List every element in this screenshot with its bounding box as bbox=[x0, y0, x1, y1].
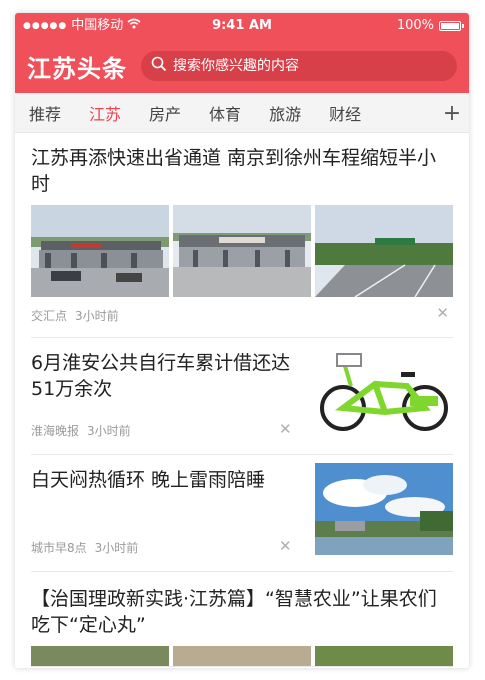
app-header: 江苏头条 bbox=[15, 39, 469, 93]
news-source: 淮海晚报 bbox=[31, 424, 80, 438]
news-feed: 江苏再添快速出省通道 南京到徐州车程缩短半小时 交汇点 3小时前 ✕ 6月淮安公… bbox=[15, 133, 469, 667]
tab-jiangsu[interactable]: 江苏 bbox=[75, 101, 135, 125]
news-time: 3小时前 bbox=[75, 309, 119, 323]
toll-gate-photo bbox=[173, 205, 311, 297]
search-icon bbox=[151, 56, 167, 76]
tab-travel[interactable]: 旅游 bbox=[255, 101, 315, 125]
news-image-row bbox=[31, 205, 453, 297]
highway-photo bbox=[315, 205, 453, 297]
orchard-photo bbox=[173, 646, 311, 666]
news-meta: 城市早8点 3小时前 bbox=[31, 539, 138, 556]
news-item[interactable]: 【治国理政新实践·江苏篇】“智慧农业”让果农们吃下“定心丸” bbox=[31, 572, 453, 667]
search-input[interactable] bbox=[173, 58, 447, 74]
news-item[interactable]: 6月淮安公共自行车累计借还达51万余次 淮海晚报 3小时前 ✕ bbox=[31, 338, 453, 455]
battery-icon bbox=[439, 21, 464, 31]
news-title: 白天闷热循环 晚上雷雨陪睡 bbox=[31, 469, 266, 491]
news-meta: 交汇点 3小时前 bbox=[31, 307, 453, 324]
news-source: 城市早8点 bbox=[31, 541, 87, 555]
toll-station-photo bbox=[31, 205, 169, 297]
close-icon[interactable]: ✕ bbox=[279, 420, 292, 438]
news-item[interactable]: 白天闷热循环 晚上雷雨陪睡 城市早8点 3小时前 ✕ bbox=[31, 455, 453, 572]
news-item[interactable]: 江苏再添快速出省通道 南京到徐州车程缩短半小时 交汇点 3小时前 ✕ bbox=[31, 133, 453, 338]
tab-realestate[interactable]: 房产 bbox=[135, 101, 195, 125]
news-image-row bbox=[31, 646, 453, 666]
status-right: 100% bbox=[396, 13, 464, 39]
orchard-photo bbox=[315, 646, 453, 666]
news-source: 交汇点 bbox=[31, 309, 68, 323]
close-icon[interactable]: ✕ bbox=[279, 537, 292, 555]
plus-icon[interactable]: + bbox=[435, 93, 469, 132]
app-logo: 江苏头条 bbox=[27, 54, 127, 83]
close-icon[interactable]: ✕ bbox=[436, 304, 449, 322]
news-time: 3小时前 bbox=[87, 424, 131, 438]
news-title: 江苏再添快速出省通道 南京到徐州车程缩短半小时 bbox=[31, 147, 437, 195]
tab-sports[interactable]: 体育 bbox=[195, 101, 255, 125]
news-meta: 淮海晚报 3小时前 bbox=[31, 422, 131, 439]
tab-recommend[interactable]: 推荐 bbox=[15, 101, 75, 125]
category-tabs: 推荐 江苏 房产 体育 旅游 财经 + bbox=[15, 93, 469, 133]
news-time: 3小时前 bbox=[94, 541, 139, 555]
search-bar[interactable] bbox=[141, 51, 457, 81]
phone-screen: ●●●●● 中国移动 9:41 AM 100% 江苏头条 搜索你感兴趣的内容 推… bbox=[15, 13, 469, 668]
orchard-photo bbox=[31, 646, 169, 666]
green-bicycle-photo bbox=[315, 346, 453, 438]
sky-landscape-photo bbox=[315, 463, 453, 555]
status-bar: ●●●●● 中国移动 9:41 AM 100% bbox=[15, 13, 469, 39]
tab-finance[interactable]: 财经 bbox=[315, 101, 375, 125]
battery-percent: 100% bbox=[396, 18, 434, 33]
news-title: 【治国理政新实践·江苏篇】“智慧农业”让果农们吃下“定心丸” bbox=[31, 588, 437, 636]
news-title: 6月淮安公共自行车累计借还达51万余次 bbox=[31, 352, 291, 400]
